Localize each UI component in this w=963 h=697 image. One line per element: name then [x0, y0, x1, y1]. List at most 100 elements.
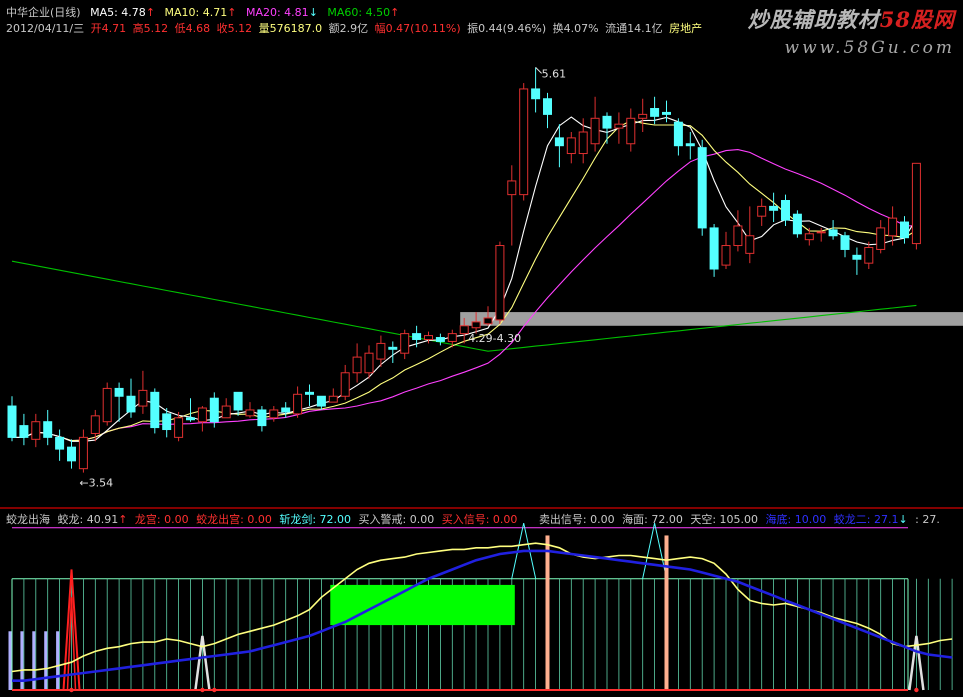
amount: 额2.9亿 [328, 22, 369, 35]
candle-body [721, 245, 731, 266]
baseline-dot [212, 687, 217, 693]
candle-body [673, 121, 683, 147]
candle-body [55, 436, 65, 450]
candle-body [447, 333, 457, 342]
candle [792, 210, 802, 238]
candle-body [769, 205, 779, 211]
high-annotation: 5.61 [542, 67, 567, 80]
candle [495, 241, 505, 324]
candle-body [745, 235, 755, 254]
candle [293, 386, 303, 418]
candle [435, 333, 445, 346]
candle [257, 406, 267, 432]
ma5-value: MA5: 4.78↑ [90, 6, 156, 19]
candle [697, 139, 707, 236]
ma5-line [12, 116, 917, 442]
indicator-header: 蛟龙出海 蛟龙: 40.91↑ 龙宫: 0.00 蛟龙出宫: 0.00 斩龙剑:… [6, 511, 946, 527]
candle [19, 413, 29, 446]
jiaolong2-arrow-icon: ↓ [898, 513, 908, 526]
candle [43, 409, 53, 446]
longgong-value: 龙宫: 0.00 [134, 513, 189, 526]
candle-body [412, 333, 422, 340]
candle-body [174, 417, 184, 438]
baseline-dot [200, 687, 205, 693]
candle [245, 402, 255, 418]
candle-body [388, 346, 398, 350]
candle [388, 341, 398, 363]
resistance-band [460, 312, 963, 326]
candle-body [876, 227, 886, 250]
candle-body [804, 233, 814, 241]
candle [852, 247, 862, 275]
candle [709, 224, 719, 277]
haimian-value: 海面: 72.00 [622, 513, 683, 526]
moving-averages [11, 116, 917, 442]
candle [31, 413, 41, 448]
candle [566, 132, 576, 164]
ma10-value: MA10: 4.71↑ [164, 6, 237, 19]
jiaolong-arrow-icon: ↑ [118, 513, 128, 526]
candle-body [138, 389, 148, 407]
candle-body [245, 409, 255, 417]
candle-body [554, 137, 564, 147]
watermark: 炒股辅助教材58股网 www.58Gu.com [748, 4, 955, 58]
turnover: 换4.07% [552, 22, 599, 35]
candle-body [281, 407, 291, 413]
ma10-arrow-icon: ↑ [227, 6, 237, 19]
candle-body [650, 108, 660, 117]
sell-signal-value: 卖出信号: 0.00 [538, 513, 615, 526]
candle-body [495, 245, 505, 321]
date-label: 2012/04/11/三 [6, 22, 85, 35]
candle [7, 396, 17, 442]
candle [55, 429, 65, 461]
candle-body [186, 417, 195, 421]
candle-body [662, 111, 671, 115]
candle [352, 343, 362, 383]
candle [900, 216, 909, 244]
candle [911, 162, 921, 250]
candle-body [7, 405, 17, 438]
candle-body [352, 356, 362, 374]
candle-body [697, 147, 707, 229]
candle-body [543, 98, 552, 115]
candle-body [233, 391, 243, 411]
candle [114, 382, 124, 422]
indicator-panel [8, 522, 953, 693]
ma10-line [12, 120, 917, 442]
candle-body [340, 372, 350, 397]
candle-body [269, 409, 279, 419]
candle [757, 198, 767, 226]
ma20-arrow-icon: ↓ [308, 6, 318, 19]
tiankong-value: 天空: 105.00 [690, 513, 759, 526]
candle [590, 96, 600, 152]
candle-body [67, 446, 76, 462]
jiaolong-chugong-value: 蛟龙出宫: 0.00 [196, 513, 272, 526]
candle-body [376, 342, 386, 360]
candlesticks [7, 67, 921, 473]
candle-body [364, 352, 374, 374]
ma20-value: MA20: 4.81↓ [245, 6, 318, 19]
candle [221, 398, 231, 419]
watermark-title: 炒股辅助教材58股网 [747, 7, 955, 32]
baseline-dot [69, 687, 74, 693]
candle-body [459, 325, 469, 335]
candle-body [828, 229, 838, 237]
candle [745, 206, 755, 264]
candle-body [19, 425, 29, 438]
candle-body [757, 205, 767, 217]
candle-body [792, 213, 802, 235]
candle-body [209, 397, 219, 423]
candle-body [102, 387, 112, 423]
low-annotation: ←3.54 [79, 477, 113, 490]
baseline-dot [914, 687, 919, 693]
resistance-band-rect [460, 312, 963, 326]
indicator-name: 蛟龙出海 [6, 513, 50, 526]
candle [828, 220, 838, 240]
candle [673, 118, 683, 156]
zhanlong-triangle [642, 522, 668, 579]
candle [864, 241, 874, 270]
stock-name: 中华企业(日线) [6, 6, 81, 19]
candle-body [614, 123, 624, 129]
candle-body [162, 413, 172, 431]
candle [531, 67, 541, 113]
